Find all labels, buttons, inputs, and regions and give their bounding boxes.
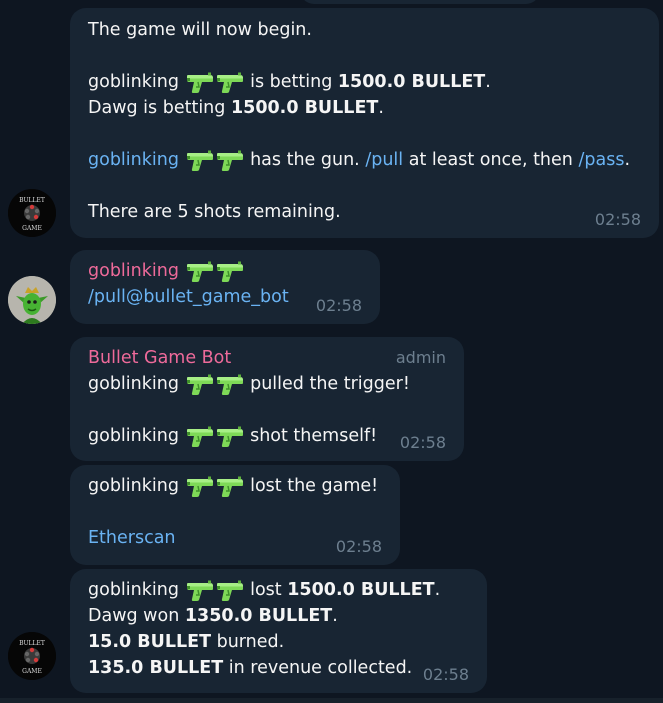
payout-summary-message: goblinking lost 1500.0 BULLET. Dawg won … bbox=[70, 569, 487, 693]
bullet-game-logo-icon: BULLET GAME bbox=[8, 189, 56, 237]
game-begin-text: The game will now begin. bbox=[88, 20, 312, 40]
chat-bottom-edge bbox=[0, 698, 663, 703]
game-start-message: The game will now begin. goblinking is b… bbox=[70, 8, 659, 238]
message-timestamp: 02:58 bbox=[315, 296, 362, 315]
shots-remaining-text: There are 5 shots remaining. bbox=[88, 202, 341, 222]
svg-text:GAME: GAME bbox=[22, 668, 42, 675]
bet-text: Dawg is betting bbox=[88, 98, 226, 118]
water-pistol-icon bbox=[216, 148, 244, 172]
bet-amount: 1500.0 BULLET bbox=[230, 98, 379, 118]
bot-result-message: Bullet Game Bot admin goblinking pulled … bbox=[70, 337, 464, 461]
previous-message-remnant bbox=[300, 0, 540, 4]
water-pistol-icon bbox=[186, 259, 214, 283]
admin-badge: admin bbox=[395, 348, 446, 367]
water-pistol-icon bbox=[186, 578, 214, 602]
bot-avatar[interactable]: BULLET GAME bbox=[8, 632, 56, 680]
bot-avatar[interactable]: BULLET GAME bbox=[8, 189, 56, 237]
water-pistol-icon bbox=[186, 424, 214, 448]
burn-amount: 15.0 BULLET bbox=[88, 632, 212, 652]
pass-command-link[interactable]: /pass bbox=[578, 150, 624, 170]
player-name: goblinking bbox=[88, 426, 179, 446]
pull-command-link[interactable]: /pull bbox=[365, 150, 403, 170]
message-timestamp: 02:58 bbox=[335, 537, 382, 556]
goblin-avatar-icon bbox=[8, 276, 56, 324]
sender-name[interactable]: goblinking bbox=[88, 261, 179, 281]
water-pistol-icon bbox=[186, 474, 214, 498]
game-lost-message: goblinking lost the game! Etherscan 02:5… bbox=[70, 465, 400, 565]
svg-text:BULLET: BULLET bbox=[19, 640, 45, 647]
svg-text:BULLET: BULLET bbox=[19, 197, 45, 204]
player-mention-link[interactable]: goblinking bbox=[88, 150, 179, 170]
water-pistol-icon bbox=[216, 372, 244, 396]
loss-amount: 1500.0 BULLET bbox=[287, 580, 435, 600]
user-command-message: goblinking /pull@bullet_game_bot 02:58 bbox=[70, 250, 380, 324]
win-amount: 1350.0 BULLET bbox=[184, 606, 333, 626]
user-avatar[interactable] bbox=[8, 276, 56, 324]
bet-amount: 1500.0 BULLET bbox=[337, 72, 486, 92]
etherscan-link[interactable]: Etherscan bbox=[88, 528, 176, 548]
player-name: goblinking bbox=[88, 374, 179, 394]
bullet-game-logo-icon: BULLET GAME bbox=[8, 632, 56, 680]
message-timestamp: 02:58 bbox=[594, 210, 641, 229]
message-timestamp: 02:58 bbox=[399, 433, 446, 452]
player-name: goblinking bbox=[88, 476, 179, 496]
bot-command-link[interactable]: /pull@bullet_game_bot bbox=[88, 287, 289, 307]
player-name: goblinking bbox=[88, 72, 179, 92]
water-pistol-icon bbox=[186, 372, 214, 396]
bet-text: is betting bbox=[250, 72, 333, 92]
revenue-amount: 135.0 BULLET bbox=[88, 658, 224, 678]
player-name: goblinking bbox=[88, 580, 179, 600]
water-pistol-icon bbox=[216, 70, 244, 94]
water-pistol-icon bbox=[216, 424, 244, 448]
water-pistol-icon bbox=[216, 578, 244, 602]
message-timestamp: 02:58 bbox=[422, 665, 469, 684]
water-pistol-icon bbox=[216, 474, 244, 498]
water-pistol-icon bbox=[186, 70, 214, 94]
svg-text:GAME: GAME bbox=[22, 225, 42, 232]
water-pistol-icon bbox=[216, 259, 244, 283]
sender-name[interactable]: Bullet Game Bot bbox=[88, 348, 231, 368]
water-pistol-icon bbox=[186, 148, 214, 172]
